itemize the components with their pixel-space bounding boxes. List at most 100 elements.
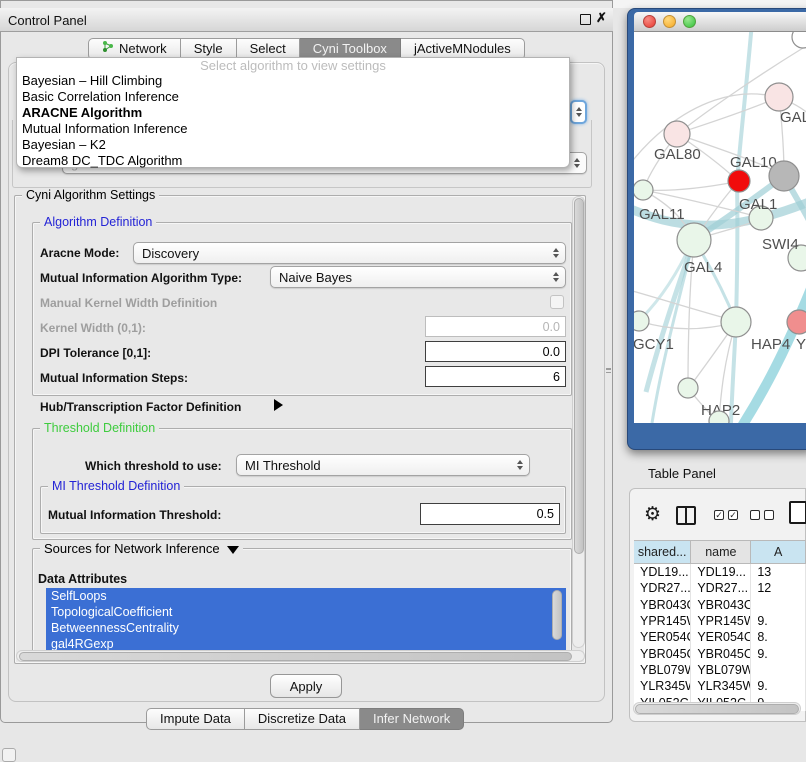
algorithm-combobox-stepper[interactable]: [570, 100, 587, 124]
network-window-titlebar[interactable]: [634, 12, 806, 32]
aracne-mode-combobox[interactable]: Discovery: [133, 242, 566, 264]
table-cell[interactable]: YBR045C: [691, 645, 751, 661]
attributes-scrollbar-thumb[interactable]: [552, 590, 562, 640]
table-row[interactable]: YDR27...YDR27...12: [634, 580, 806, 596]
network-node-label: SWI4: [762, 236, 799, 253]
collapse-down-icon[interactable]: [227, 546, 239, 554]
table-row[interactable]: YBL079WYBL079W: [634, 662, 806, 678]
attribute-item-selfloops[interactable]: SelfLoops: [46, 588, 566, 604]
table-panel-title: Table Panel: [648, 466, 716, 481]
table-cell[interactable]: 13: [751, 564, 806, 580]
window-close-icon[interactable]: ✗: [596, 10, 607, 26]
traffic-light-close-icon[interactable]: [643, 15, 656, 28]
deselect-all-columns-icon[interactable]: [750, 510, 774, 520]
table-row[interactable]: YDL19...YDL19...13: [634, 564, 806, 580]
table-cell[interactable]: YBR045C: [634, 645, 691, 661]
table-cell[interactable]: YER054C: [691, 629, 751, 645]
columns-icon[interactable]: [676, 506, 696, 525]
table-row[interactable]: YLR345WYLR345W9.: [634, 678, 806, 694]
table-cell[interactable]: 9.: [751, 678, 806, 694]
dropdown-item-mutual-information-inference[interactable]: Mutual Information Inference: [17, 121, 569, 137]
table-cell[interactable]: [751, 597, 806, 613]
manual-kernel-checkbox[interactable]: [550, 295, 564, 309]
gear-icon[interactable]: ⚙: [644, 503, 661, 525]
select-all-columns-icon[interactable]: ✓✓: [714, 510, 738, 520]
table-cell[interactable]: YPR145W: [634, 613, 691, 629]
split-divider-handle[interactable]: [606, 364, 613, 376]
network-node[interactable]: [769, 161, 799, 191]
table-cell[interactable]: YDL19...: [691, 564, 751, 580]
table-cell[interactable]: YBR043C: [634, 597, 691, 613]
network-node-label: GAL80: [654, 146, 701, 163]
table-cell[interactable]: YER054C: [634, 629, 691, 645]
table-cell[interactable]: YBL079W: [691, 662, 751, 678]
network-node-hap4[interactable]: [721, 307, 751, 337]
tab-infer-network[interactable]: Infer Network: [360, 708, 464, 730]
mi-type-value: Naive Bayes: [279, 270, 352, 285]
table-cell[interactable]: 12: [751, 580, 806, 596]
traffic-light-minimize-icon[interactable]: [663, 15, 676, 28]
table-cell[interactable]: 9.: [751, 613, 806, 629]
new-table-icon[interactable]: [789, 501, 806, 524]
attribute-item-topologicalcoefficient[interactable]: TopologicalCoefficient: [46, 604, 566, 620]
table-cell[interactable]: YBL079W: [634, 662, 691, 678]
network-node-hap2[interactable]: [678, 378, 698, 398]
mi-threshold-field[interactable]: 0.5: [420, 503, 560, 525]
table-cell[interactable]: YBR043C: [691, 597, 751, 613]
control-panel-titlebar: [0, 8, 613, 32]
network-node-gal10[interactable]: [728, 170, 750, 192]
control-panel-title: Control Panel: [8, 13, 87, 28]
network-canvas[interactable]: GAL7GAL80GAL10GAL1GAL11GAL4SWI4GCY1HAP4Y…: [634, 32, 806, 423]
tab-impute-data[interactable]: Impute Data: [146, 708, 245, 730]
apply-button[interactable]: Apply: [270, 674, 342, 698]
network-node-gcy1[interactable]: [634, 311, 649, 331]
column-header-a[interactable]: A: [751, 541, 806, 563]
mi-steps-field[interactable]: 6: [425, 366, 566, 387]
mi-threshold-title: MI Threshold Definition: [48, 479, 184, 493]
column-header-name[interactable]: name: [691, 541, 751, 563]
table-hscrollbar-thumb[interactable]: [635, 704, 799, 714]
dropdown-item-dream8-dc-tdc-algorithm[interactable]: Dream8 DC_TDC Algorithm: [17, 153, 569, 169]
settings-hscrollbar-thumb[interactable]: [19, 652, 572, 661]
network-node-gal11[interactable]: [634, 180, 653, 200]
network-node-gal80[interactable]: [664, 121, 690, 147]
dropdown-item-basic-correlation-inference[interactable]: Basic Correlation Inference: [17, 89, 569, 105]
table-cell[interactable]: 8.: [751, 629, 806, 645]
table-row[interactable]: YPR145WYPR145W9.: [634, 613, 806, 629]
kernel-width-field[interactable]: 0.0: [425, 316, 566, 337]
dpi-tolerance-field[interactable]: 0.0: [425, 341, 566, 362]
dropdown-item-aracne-algorithm[interactable]: ARACNE Algorithm: [17, 105, 569, 121]
attribute-item-gal4rgexp[interactable]: gal4RGexp: [46, 636, 566, 650]
attribute-item-betweennesscentrality[interactable]: BetweennessCentrality: [46, 620, 566, 636]
network-node-gal7[interactable]: [765, 83, 793, 111]
dropdown-placeholder: Select algorithm to view settings: [17, 58, 569, 73]
which-threshold-combobox[interactable]: MI Threshold: [236, 454, 530, 476]
settings-vscrollbar-thumb[interactable]: [574, 198, 584, 554]
table-row[interactable]: YBR045CYBR045C9.: [634, 645, 806, 661]
table-cell[interactable]: YDR27...: [634, 580, 691, 596]
network-node[interactable]: [792, 32, 806, 48]
expand-right-icon[interactable]: [274, 399, 283, 411]
traffic-light-zoom-icon[interactable]: [683, 15, 696, 28]
table-cell[interactable]: 9.: [751, 645, 806, 661]
table-cell[interactable]: YDL19...: [634, 564, 691, 580]
tab-discretize-data[interactable]: Discretize Data: [245, 708, 360, 730]
column-header-shared[interactable]: shared...: [634, 541, 691, 563]
table-cell[interactable]: YLR345W: [691, 678, 751, 694]
table-row[interactable]: YER054CYER054C8.: [634, 629, 806, 645]
network-node-gal4[interactable]: [677, 223, 711, 257]
table-cell[interactable]: YPR145W: [691, 613, 751, 629]
table-row[interactable]: YBR043CYBR043C: [634, 597, 806, 613]
dropdown-item-bayesian-hill-climbing[interactable]: Bayesian – Hill Climbing: [17, 73, 569, 89]
network-node-label: GAL7: [780, 109, 806, 126]
table-cell[interactable]: [751, 662, 806, 678]
algorithm-dropdown-list: Select algorithm to view settings Bayesi…: [16, 57, 570, 168]
dropdown-item-bayesian-k2[interactable]: Bayesian – K2: [17, 137, 569, 153]
table-cell[interactable]: YLR345W: [634, 678, 691, 694]
minimized-panel-icon[interactable]: [2, 748, 16, 762]
network-node-y[interactable]: [787, 310, 806, 334]
mi-type-combobox[interactable]: Naive Bayes: [270, 266, 566, 288]
which-threshold-value: MI Threshold: [245, 458, 321, 473]
table-cell[interactable]: YDR27...: [691, 580, 751, 596]
window-float-icon[interactable]: [580, 14, 591, 25]
